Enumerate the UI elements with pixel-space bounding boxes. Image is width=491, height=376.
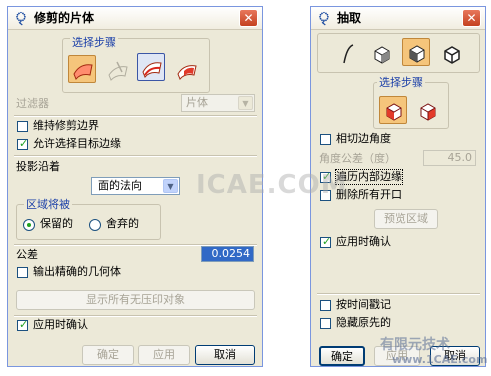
region-group-label: 区域将被 <box>24 198 72 212</box>
apply-button[interactable]: 应用 <box>138 345 190 365</box>
preview-region-button[interactable]: 预览区域 <box>374 209 438 229</box>
confirm-on-apply-checkbox[interactable]: ✓ <box>320 235 332 248</box>
watermark-text: ICAE.COM <box>196 170 348 200</box>
watermark-corner-text: 有限元技术 <box>380 337 450 353</box>
target-sheet-icon <box>73 64 93 80</box>
output-exact-label: 输出精确的几何体 <box>33 265 121 278</box>
selection-steps-label: 选择步骤 <box>377 76 425 90</box>
confirm-on-apply-checkbox[interactable]: ✓ <box>17 318 29 331</box>
close-button[interactable]: ✕ <box>462 9 481 27</box>
region-discard-radio[interactable] <box>89 219 101 231</box>
seed-face-icon <box>386 103 402 121</box>
region-keep-radio[interactable] <box>23 219 35 231</box>
watermark-corner-url: www.1CAE.com <box>392 353 488 366</box>
tolerance-label: 公差 <box>16 248 38 261</box>
tangent-angle-checkbox[interactable] <box>320 134 331 145</box>
chevron-down-icon: ▼ <box>238 96 253 110</box>
extract-body-button[interactable] <box>437 39 465 67</box>
face-cube-icon <box>374 46 390 64</box>
angle-tolerance-input[interactable]: 45.0 <box>423 150 476 166</box>
body-cube-icon <box>444 46 460 64</box>
divider <box>317 293 480 295</box>
check-icon: ✓ <box>19 137 29 150</box>
angle-tolerance-label: 角度公差（度） <box>319 152 396 165</box>
title-bar[interactable]: ৃ 抽取 ✕ <box>311 7 485 30</box>
boundary-object-step-button[interactable] <box>103 55 131 83</box>
region-sheet-icon <box>177 65 197 80</box>
extract-region-button[interactable] <box>402 38 430 66</box>
check-icon: ✓ <box>322 235 332 248</box>
chevron-down-icon: ▼ <box>163 179 178 193</box>
trim-region-icon <box>142 62 162 78</box>
projection-value: 面的法向 <box>98 179 142 192</box>
filter-select[interactable]: 片体 ▼ <box>181 94 255 112</box>
allow-target-edge-label: 允许选择目标边缘 <box>33 137 121 150</box>
divider <box>14 115 257 117</box>
region-discard-label: 舍弃的 <box>106 217 139 230</box>
region-select-step-button[interactable] <box>172 55 200 83</box>
divider <box>14 155 257 157</box>
keep-trim-boundary-checkbox[interactable] <box>17 121 28 132</box>
confirm-on-apply-label: 应用时确认 <box>336 235 391 248</box>
nx-logo-icon: ৃ <box>317 10 331 25</box>
projection-select[interactable]: 面的法向 ▼ <box>91 177 180 195</box>
extract-curve-button[interactable] <box>333 39 361 67</box>
boundary-object-icon <box>108 61 128 81</box>
close-button[interactable]: ✕ <box>239 9 258 27</box>
tangent-angle-label: 相切边角度 <box>336 132 391 145</box>
boundary-face-step-button[interactable] <box>413 96 441 124</box>
dialog-title: 修剪的片体 <box>34 11 95 25</box>
selection-steps-label: 选择步骤 <box>70 36 118 50</box>
title-bar[interactable]: ৃ 修剪的片体 ✕ <box>8 7 262 30</box>
dialog-title: 抽取 <box>337 11 362 25</box>
check-icon: ✓ <box>19 318 29 331</box>
extract-face-button[interactable] <box>367 39 395 67</box>
boundary-face-icon <box>420 103 436 121</box>
timestamp-label: 按时间戳记 <box>336 298 391 311</box>
allow-target-edge-checkbox[interactable]: ✓ <box>17 137 29 150</box>
curve-icon <box>343 44 354 64</box>
ok-button[interactable]: 确定 <box>82 345 134 365</box>
ok-button[interactable]: 确定 <box>319 346 365 366</box>
output-exact-checkbox[interactable] <box>17 267 28 278</box>
projection-label: 投影沿着 <box>16 160 60 173</box>
region-cube-icon <box>409 45 425 63</box>
confirm-on-apply-label: 应用时确认 <box>33 318 88 331</box>
divider <box>14 315 257 317</box>
trim-boundary-step-button[interactable] <box>137 53 165 81</box>
tolerance-input[interactable]: 0.0254 <box>201 246 254 262</box>
target-body-step-button[interactable] <box>68 55 96 83</box>
cancel-button[interactable]: 取消 <box>195 345 255 365</box>
hide-original-label: 隐藏原先的 <box>336 316 391 329</box>
filter-label: 过滤器 <box>16 97 49 110</box>
timestamp-checkbox[interactable] <box>320 300 331 311</box>
hide-original-checkbox[interactable] <box>320 318 331 329</box>
nx-logo-icon: ৃ <box>14 10 28 25</box>
filter-value: 片体 <box>186 96 208 109</box>
show-unimprinted-button[interactable]: 显示所有无压印对象 <box>16 290 255 310</box>
keep-trim-boundary-label: 维持修剪边界 <box>33 119 99 132</box>
seed-face-step-button[interactable] <box>379 96 407 124</box>
region-keep-label: 保留的 <box>40 217 73 230</box>
